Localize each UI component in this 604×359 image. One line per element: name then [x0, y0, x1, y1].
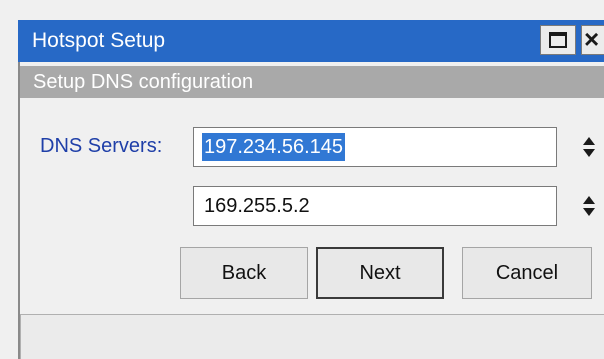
- dns-server-2-spinner-icon[interactable]: [582, 195, 596, 217]
- maximize-icon: [549, 32, 567, 48]
- close-button[interactable]: ×: [581, 24, 604, 55]
- status-bar: [20, 314, 604, 359]
- hotspot-setup-window: Hotspot Setup × Setup DNS configuration …: [0, 0, 604, 359]
- dns-servers-label: DNS Servers:: [40, 135, 163, 157]
- dns-server-2-value: 169.255.5.2: [204, 195, 310, 217]
- maximize-button[interactable]: [540, 25, 576, 55]
- dns-server-1-spinner-icon[interactable]: [582, 136, 596, 158]
- cancel-button[interactable]: Cancel: [462, 247, 592, 299]
- section-header: Setup DNS configuration: [20, 66, 604, 98]
- dns-server-1-value: 197.234.56.145: [202, 133, 346, 161]
- dns-server-2-field[interactable]: 169.255.5.2: [193, 186, 557, 226]
- next-button[interactable]: Next: [316, 247, 444, 299]
- window-title: Hotspot Setup: [32, 29, 166, 52]
- section-header-text: Setup DNS configuration: [33, 71, 254, 93]
- title-bar[interactable]: Hotspot Setup ×: [18, 20, 604, 62]
- back-button[interactable]: Back: [180, 247, 308, 299]
- close-icon: ×: [584, 24, 600, 54]
- dns-server-1-field[interactable]: 197.234.56.145: [193, 127, 557, 167]
